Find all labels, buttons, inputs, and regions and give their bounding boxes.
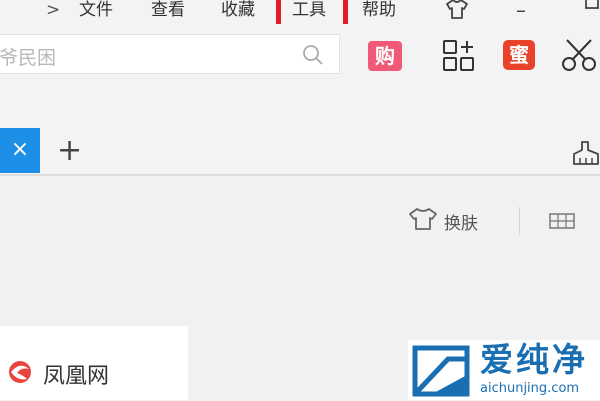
shirt-icon [406, 207, 440, 236]
toolbar-divider [519, 207, 520, 235]
watermark-logo-icon [412, 345, 470, 401]
search-input[interactable]: 爷民困 [0, 34, 340, 74]
minimize-button[interactable]: – [516, 0, 526, 22]
new-tab-button[interactable]: + [57, 134, 82, 168]
watermark-url: aichunjing.com [480, 381, 580, 396]
change-skin-label: 换肤 [444, 213, 478, 234]
maximize-icon[interactable] [582, 0, 600, 18]
tab-close-button[interactable]: × [0, 128, 40, 173]
scissors-icon[interactable] [561, 38, 600, 78]
search-icon[interactable] [301, 43, 325, 71]
menu-item-view[interactable]: 查看 [151, 0, 185, 22]
shopping-icon[interactable]: 购 [368, 41, 402, 71]
search-input-value: 爷民困 [0, 47, 57, 69]
skin-shirt-icon[interactable] [443, 0, 471, 26]
honey-icon[interactable]: 蜜 [503, 40, 535, 70]
site-card-label[interactable]: 凤凰网 [43, 358, 109, 390]
layout-grid-icon[interactable] [548, 211, 576, 235]
watermark-text: 爱纯净 [480, 340, 588, 379]
apps-grid-icon[interactable] [442, 39, 478, 77]
clean-broom-icon[interactable] [572, 140, 600, 170]
menu-item-file[interactable]: 文件 [79, 0, 113, 22]
change-skin-button[interactable]: 换肤 [406, 207, 478, 236]
menu-item-favorites[interactable]: 收藏 [221, 0, 255, 22]
tab-bar [0, 88, 600, 176]
menu-item-help[interactable]: 帮助 [362, 0, 396, 22]
ifeng-logo-icon [5, 359, 35, 389]
menu-overflow-chevron[interactable]: > [46, 0, 60, 22]
